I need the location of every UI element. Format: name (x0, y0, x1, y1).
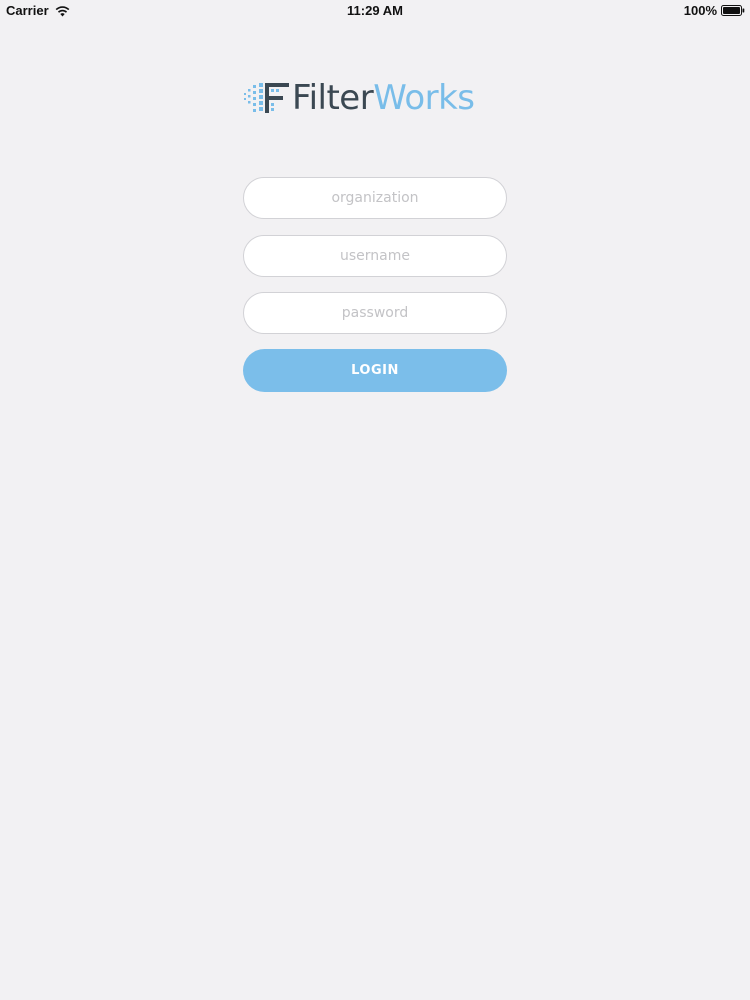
password-input[interactable] (243, 292, 507, 334)
status-time: 11:29 AM (347, 3, 403, 18)
battery-icon (721, 5, 745, 16)
filterworks-logo-mark-icon (244, 83, 289, 113)
status-bar: Carrier 11:29 AM 100% (0, 0, 750, 22)
logo-word-works: Works (373, 78, 475, 118)
battery-percent: 100% (683, 3, 717, 18)
filterworks-logo: FilterWorks (243, 76, 511, 120)
login-button[interactable]: LOGIN (243, 349, 507, 392)
username-input[interactable] (243, 235, 507, 277)
logo-word-filter: Filter (292, 78, 374, 118)
status-right: 100% (684, 3, 745, 18)
logo-wordmark: FilterWorks (292, 81, 475, 115)
organization-input[interactable] (243, 177, 507, 219)
